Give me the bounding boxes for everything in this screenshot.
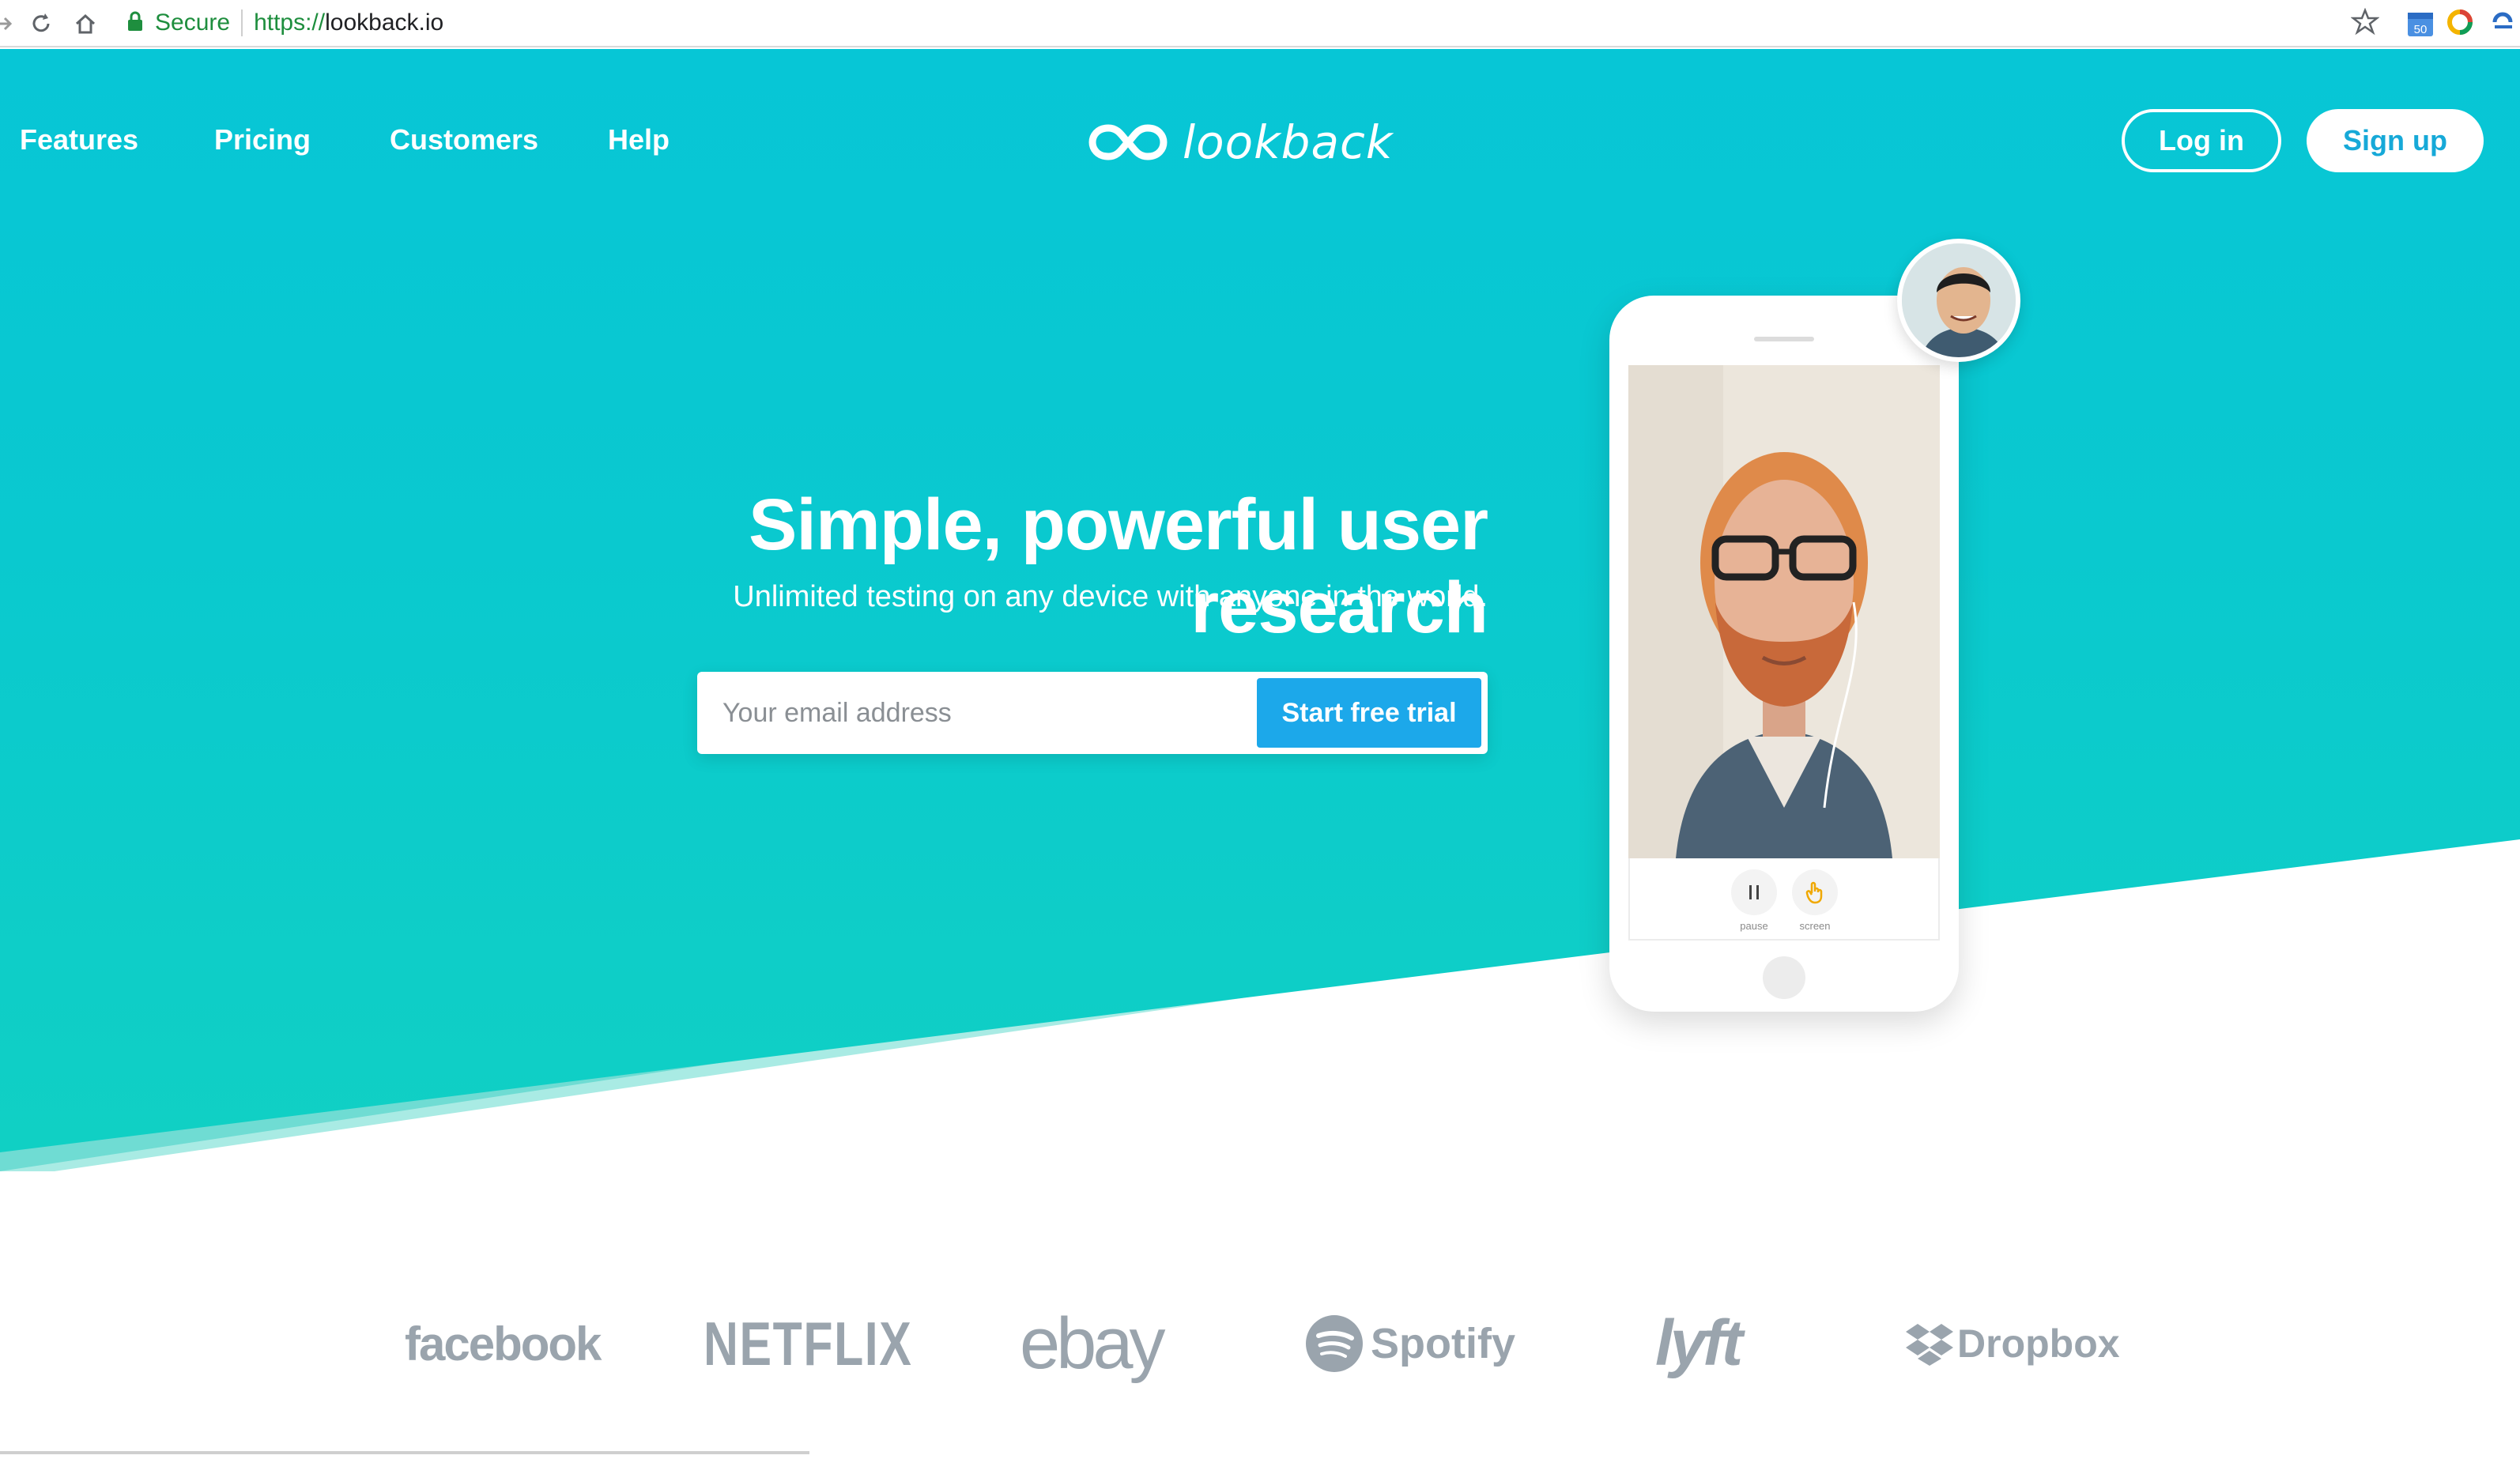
- browser-toolbar: Secure https:// lookback.io 50: [0, 0, 2520, 47]
- horizontal-scrollbar[interactable]: [0, 1451, 809, 1454]
- hero-subheadline: Unlimited testing on any device with any…: [733, 580, 1488, 613]
- address-bar[interactable]: Secure https:// lookback.io: [115, 3, 2368, 43]
- screen-label: screen: [1799, 920, 1831, 932]
- secure-label: Secure: [155, 9, 231, 36]
- start-trial-button[interactable]: Start free trial: [1257, 678, 1481, 748]
- touch-hand-icon[interactable]: [1792, 869, 1838, 915]
- signup-button[interactable]: Sign up: [2307, 109, 2484, 172]
- extension-icon[interactable]: [2488, 8, 2520, 40]
- dropbox-icon: [1906, 1324, 1953, 1366]
- hero-headline: Simple, powerful user research: [749, 484, 1488, 648]
- reload-icon[interactable]: [24, 6, 58, 41]
- moderator-avatar: [1897, 239, 2020, 362]
- forward-icon[interactable]: [0, 6, 21, 41]
- nav-features[interactable]: Features: [20, 123, 138, 156]
- phone-speaker: [1754, 337, 1814, 341]
- lock-icon: [126, 10, 147, 36]
- phone-home-button: [1763, 956, 1805, 999]
- login-button[interactable]: Log in: [2122, 109, 2281, 172]
- phone-controls: pause screen: [1628, 858, 1940, 941]
- spotify-icon: [1306, 1315, 1363, 1372]
- nav-help[interactable]: Help: [608, 123, 670, 156]
- customer-logo-ebay: ebay: [1020, 1303, 1165, 1384]
- nav-customers[interactable]: Customers: [390, 123, 538, 156]
- omnibox-divider: [241, 9, 243, 36]
- infinity-logo-icon: [1088, 124, 1168, 160]
- svg-text:50: 50: [2414, 23, 2428, 36]
- customer-logo-netflix: NETFLIX: [704, 1308, 913, 1378]
- email-input[interactable]: [697, 672, 1251, 754]
- customer-logo-facebook: facebook: [405, 1317, 602, 1370]
- nav-pricing[interactable]: Pricing: [214, 123, 311, 156]
- analytics-extension-icon[interactable]: [2446, 8, 2477, 40]
- url-host: lookback.io: [325, 9, 444, 36]
- customer-logo-lyft: lyft: [1655, 1307, 1743, 1379]
- phone-mockup: pause screen: [1609, 296, 1959, 1012]
- pause-icon[interactable]: [1731, 869, 1777, 915]
- url-scheme: https://: [254, 9, 326, 36]
- trial-signup-form: Start free trial: [697, 672, 1488, 754]
- brand-logo[interactable]: lookback: [1088, 111, 1394, 174]
- brand-wordmark: lookback: [1183, 115, 1394, 169]
- home-icon[interactable]: [68, 6, 103, 41]
- customer-logo-spotify: Spotify: [1304, 1296, 1515, 1391]
- bookmark-star-icon[interactable]: [2350, 7, 2382, 40]
- customer-logo-dropbox: Dropbox: [1905, 1296, 2120, 1391]
- pause-label: pause: [1740, 920, 1768, 932]
- participant-video: [1628, 365, 1940, 858]
- calendar-extension-icon[interactable]: 50: [2405, 8, 2436, 40]
